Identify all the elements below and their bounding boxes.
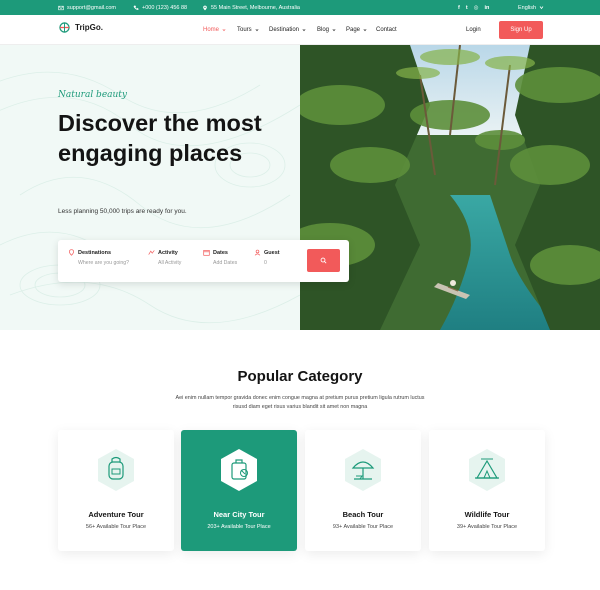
section-description: Aei enim nullam tempor gravida donec eni… [175,395,425,410]
nav-item-contact[interactable]: Contact [376,15,397,45]
nav-page-label: Page [346,27,361,33]
search-panel: Destinations Where are you going? Activi… [58,240,349,282]
activity-label: Activity [158,249,178,256]
email-text: support@gmail.com [67,4,116,11]
nav-item-tours[interactable]: Tours [237,15,259,45]
tent-icon [469,449,505,491]
location-icon [203,5,207,10]
chevron-down-icon [222,29,226,32]
card-subtitle: 203+ Available Tour Place [207,524,271,530]
linkedin-icon[interactable]: in [485,5,490,11]
language-select[interactable]: English [518,0,544,15]
category-card-beach[interactable]: Beach Tour 93+ Available Tour Place [305,430,421,551]
phone-icon [133,5,139,10]
dates-label: Dates [213,249,228,256]
phone-contact[interactable]: +000 (123) 456 88 [133,0,187,15]
logo[interactable]: TripGo. [58,21,103,34]
guest-field[interactable]: Guest 0 [254,249,280,266]
nav-item-home[interactable]: Home [203,15,226,45]
section-title: Popular Category [237,368,363,385]
nav-item-blog[interactable]: Blog [317,15,336,45]
address-contact: 55 Main Street, Melbourne, Australia [202,0,300,15]
activity-icon [148,250,155,255]
nav-item-destination[interactable]: Destination [269,15,306,45]
river-jungle-illustration [300,45,600,330]
email-contact[interactable]: support@gmail.com [58,0,116,15]
nav-tours-label: Tours [237,27,252,33]
beach-umbrella-icon [345,449,381,491]
facebook-icon[interactable]: f [458,5,460,11]
mail-icon [58,5,64,10]
topographic-pattern [0,71,300,324]
login-link[interactable]: Login [466,15,481,45]
card-title: Wildlife Tour [464,510,510,519]
location-pin-icon [69,249,74,256]
card-subtitle: 56+ Available Tour Place [85,524,147,530]
calendar-icon [203,250,210,256]
hero-panel [0,45,300,330]
twitter-icon[interactable]: t [466,5,468,11]
dates-field[interactable]: Dates Add Dates [203,249,237,266]
social-links: f t ◎ in [458,0,489,15]
nav-destination-label: Destination [269,27,300,33]
address-text: 55 Main Street, Melbourne, Australia [211,4,300,11]
user-icon [254,249,261,256]
hero-tagline: Natural beauty [58,90,128,100]
card-subtitle: 93+ Available Tour Place [332,524,394,530]
nav-contact-label: Contact [376,27,397,33]
category-card-near-city[interactable]: Near City Tour 203+ Available Tour Place [181,430,297,551]
card-title: Near City Tour [213,510,265,519]
card-title: Beach Tour [342,510,384,519]
destination-input[interactable]: Where are you going? [78,260,129,266]
hero-image [300,45,600,330]
search-button[interactable] [307,249,340,272]
chevron-down-icon [539,6,544,10]
language-label: English [518,4,537,11]
chevron-down-icon [255,29,259,32]
card-subtitle: 39+ Available Tour Place [456,524,518,530]
backpack-icon [98,449,134,491]
card-title: Adventure Tour [88,510,144,519]
guest-input[interactable]: 0 [264,260,280,266]
nav-blog-label: Blog [317,27,330,33]
category-card-adventure[interactable]: Adventure Tour 56+ Available Tour Place [58,430,174,551]
top-bar: support@gmail.com +000 (123) 456 88 55 M… [0,0,600,15]
instagram-icon[interactable]: ◎ [474,5,479,11]
destination-label: Destinations [78,249,112,256]
signup-button[interactable]: Sign Up [499,21,543,39]
logo-text: TripGo. [75,23,103,32]
nav-home-label: Home [203,27,220,33]
chevron-down-icon [302,29,306,32]
hero-subtitle: Less planning 50,000 trips are ready for… [58,208,187,215]
phone-text: +000 (123) 456 88 [142,4,188,11]
luggage-icon [221,449,257,491]
hero-headline: Discover the most engaging places [58,110,262,166]
guest-label: Guest [264,249,280,256]
dates-input[interactable]: Add Dates [213,260,237,266]
logo-icon [59,22,70,33]
destination-field[interactable]: Destinations Where are you going? [68,249,129,266]
main-navbar: TripGo. Home Tours Destination Blog Page… [0,15,600,45]
category-card-wildlife[interactable]: Wildlife Tour 39+ Available Tour Place [429,430,545,551]
chevron-down-icon [363,29,367,32]
search-icon [320,257,327,264]
activity-input[interactable]: All Activity [158,260,181,266]
chevron-down-icon [332,29,336,32]
nav-item-page[interactable]: Page [346,15,367,45]
activity-field[interactable]: Activity All Activity [148,249,181,266]
